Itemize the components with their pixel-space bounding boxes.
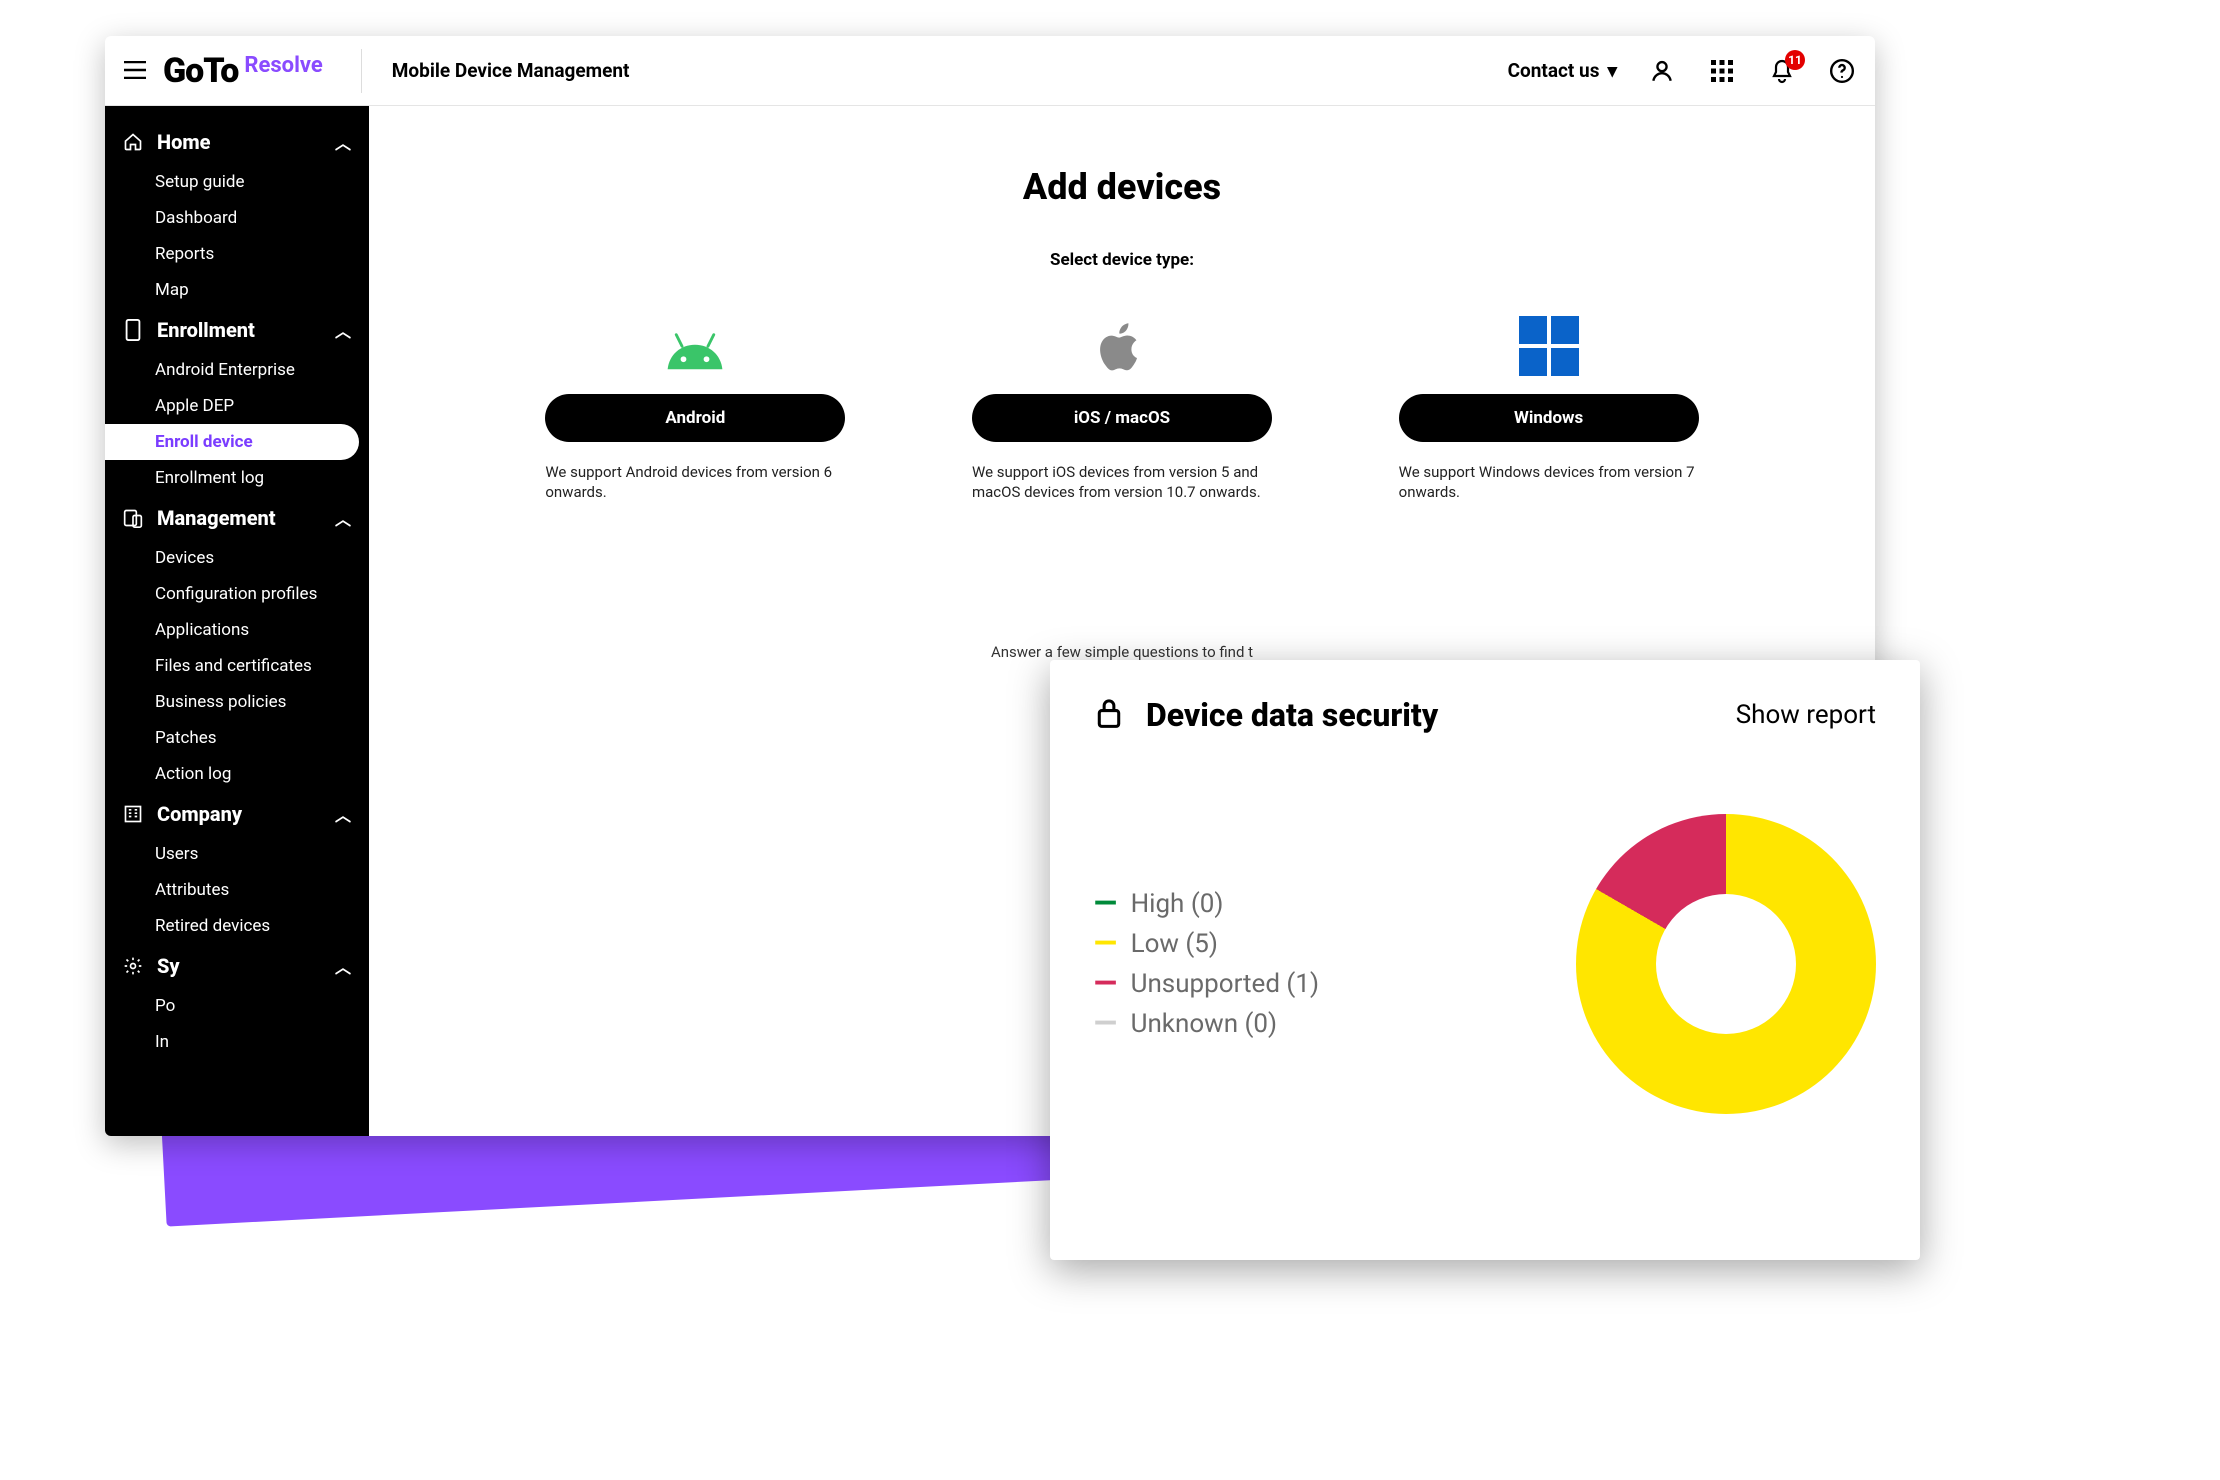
- legend-item-high: —High (0): [1094, 889, 1319, 919]
- ios-icon: [972, 316, 1272, 376]
- chevron-up-icon: ︿: [335, 802, 351, 826]
- gear-icon: [123, 956, 143, 976]
- nav-item-business-policies[interactable]: Business policies: [105, 684, 369, 720]
- nav-item-action-log[interactable]: Action log: [105, 756, 369, 792]
- device-icon: [123, 508, 143, 528]
- nav-group-management[interactable]: Management ︿: [105, 496, 369, 540]
- nav-group-home[interactable]: Home ︿: [105, 120, 369, 164]
- select-android-button[interactable]: Android: [545, 394, 845, 442]
- nav-item-dashboard[interactable]: Dashboard: [105, 200, 369, 236]
- device-security-panel: Device data security Show report —High (…: [1050, 660, 1920, 1260]
- contact-us-dropdown[interactable]: Contact us ▾: [1508, 59, 1617, 82]
- chevron-up-icon: ︿: [335, 506, 351, 530]
- divider: [361, 49, 362, 93]
- nav-item-patches[interactable]: Patches: [105, 720, 369, 756]
- nav-group-label: Home: [157, 130, 211, 154]
- nav-group-label: Sy: [157, 954, 180, 978]
- chevron-up-icon: ︿: [335, 130, 351, 154]
- card-description: We support Windows devices from version …: [1399, 462, 1699, 503]
- nav-item-retired-devices[interactable]: Retired devices: [105, 908, 369, 944]
- chevron-up-icon: ︿: [335, 318, 351, 342]
- device-card-ios: iOS / macOS We support iOS devices from v…: [972, 316, 1272, 503]
- lock-icon: [1094, 696, 1124, 734]
- nav-group-enrollment[interactable]: Enrollment ︿: [105, 308, 369, 352]
- main-subtitle: Select device type:: [409, 250, 1835, 270]
- nav-group-sy[interactable]: Sy ︿: [105, 944, 369, 988]
- nav-item-android-enterprise[interactable]: Android Enterprise: [105, 352, 369, 388]
- nav-item-users[interactable]: Users: [105, 836, 369, 872]
- nav-item-configuration-profiles[interactable]: Configuration profiles: [105, 576, 369, 612]
- help-text: Answer a few simple questions to find t: [409, 643, 1835, 661]
- logo-sub: Resolve: [244, 53, 322, 78]
- nav-group-company[interactable]: Company ︿: [105, 792, 369, 836]
- legend-item-low: —Low (5): [1094, 929, 1319, 959]
- nav-item-apple-dep[interactable]: Apple DEP: [105, 388, 369, 424]
- chevron-down-icon: ▾: [1607, 59, 1617, 82]
- chart-legend: —High (0) —Low (5) —Unsupported (1) —Unknow…: [1094, 889, 1319, 1039]
- select-windows-button[interactable]: Windows: [1399, 394, 1699, 442]
- menu-toggle-button[interactable]: [115, 56, 155, 86]
- nav-item-enrollment-log[interactable]: Enrollment log: [105, 460, 369, 496]
- product-logo: GoTo Resolve: [163, 51, 323, 91]
- windows-icon: [1399, 316, 1699, 376]
- legend-label: High (0): [1131, 889, 1224, 919]
- home-icon: [123, 132, 143, 152]
- nav-item-setup-guide[interactable]: Setup guide: [105, 164, 369, 200]
- nav-item-po[interactable]: Po: [105, 988, 369, 1024]
- nav-item-map[interactable]: Map: [105, 272, 369, 308]
- nav-item-enroll-device[interactable]: Enroll device: [105, 424, 359, 460]
- nav-group-label: Company: [157, 802, 242, 826]
- device-card-android: Android We support Android devices from v…: [545, 316, 845, 503]
- chevron-up-icon: ︿: [335, 954, 351, 978]
- main-heading: Add devices: [409, 166, 1835, 208]
- show-report-link[interactable]: Show report: [1736, 700, 1876, 730]
- donut-chart: [1576, 814, 1876, 1114]
- android-icon: [545, 316, 845, 376]
- contact-label: Contact us: [1508, 59, 1600, 82]
- building-icon: [123, 804, 143, 824]
- card-description: We support iOS devices from version 5 an…: [972, 462, 1272, 503]
- card-description: We support Android devices from version …: [545, 462, 845, 503]
- sidebar-nav: Home︿Setup guideDashboardReportsMapEnrol…: [105, 106, 369, 1136]
- nav-group-label: Enrollment: [157, 318, 255, 342]
- legend-label: Unknown (0): [1131, 1009, 1278, 1039]
- nav-item-files-and-certificates[interactable]: Files and certificates: [105, 648, 369, 684]
- notifications-button[interactable]: 11: [1767, 56, 1797, 86]
- nav-group-label: Management: [157, 506, 276, 530]
- profile-icon[interactable]: [1647, 56, 1677, 86]
- legend-item-unknown: —Unknown (0): [1094, 1009, 1319, 1039]
- notification-badge: 11: [1785, 50, 1805, 70]
- page-title: Mobile Device Management: [392, 59, 630, 82]
- nav-item-devices[interactable]: Devices: [105, 540, 369, 576]
- security-panel-title: Device data security: [1146, 696, 1438, 734]
- nav-item-applications[interactable]: Applications: [105, 612, 369, 648]
- nav-item-in[interactable]: In: [105, 1024, 369, 1060]
- apps-grid-icon[interactable]: [1707, 56, 1737, 86]
- logo-main: GoTo: [163, 51, 238, 91]
- nav-item-reports[interactable]: Reports: [105, 236, 369, 272]
- legend-label: Low (5): [1131, 929, 1218, 959]
- legend-label: Unsupported (1): [1131, 969, 1319, 999]
- phone-icon: [123, 319, 143, 341]
- help-icon[interactable]: [1827, 56, 1857, 86]
- device-card-windows: Windows We support Windows devices from v…: [1399, 316, 1699, 503]
- legend-item-unsupported: —Unsupported (1): [1094, 969, 1319, 999]
- header-bar: GoTo Resolve Mobile Device Management Co…: [105, 36, 1875, 106]
- select-ios-button[interactable]: iOS / macOS: [972, 394, 1272, 442]
- nav-item-attributes[interactable]: Attributes: [105, 872, 369, 908]
